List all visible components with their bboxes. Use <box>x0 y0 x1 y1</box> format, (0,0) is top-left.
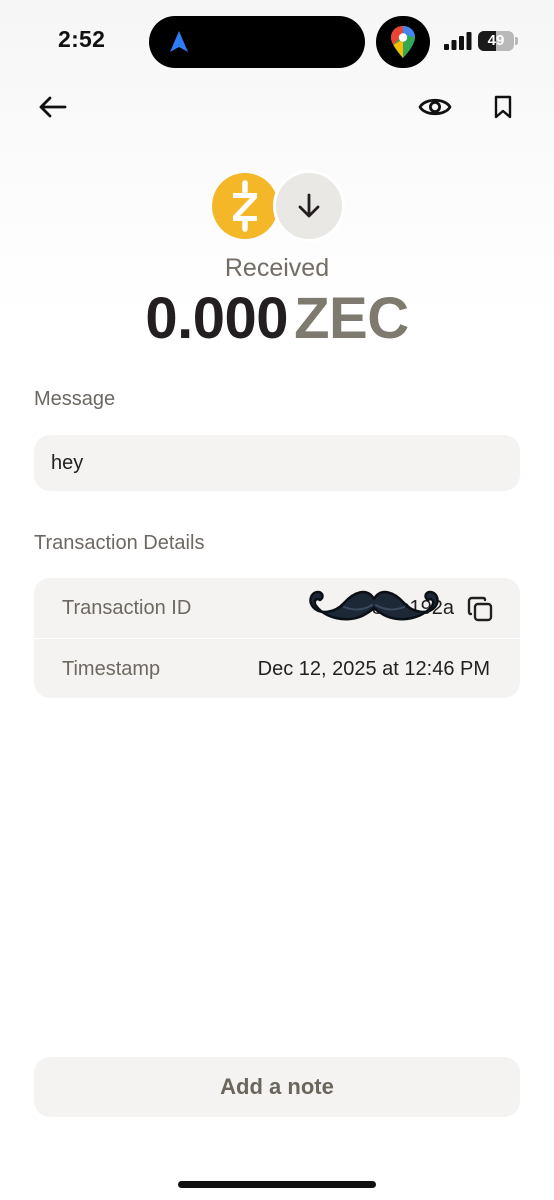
message-text: hey <box>34 435 520 491</box>
back-button[interactable] <box>32 88 72 126</box>
transaction-details-heading: Transaction Details <box>34 532 205 554</box>
battery-indicator: 49 <box>478 31 514 51</box>
toggle-visibility-button[interactable] <box>414 88 456 126</box>
transaction-id-row: Transaction ID 8...c192a <box>34 578 520 639</box>
bookmark-button[interactable] <box>486 88 520 126</box>
mustache-sticker <box>309 590 439 621</box>
arrow-left-icon <box>39 96 67 118</box>
timestamp-row: Timestamp Dec 12, 2025 at 12:46 PM <box>34 639 520 698</box>
navigation-arrow-icon <box>170 31 188 52</box>
transaction-amount: 0.000 ZEC <box>0 284 554 354</box>
battery-cap <box>515 37 518 45</box>
timestamp-label: Timestamp <box>62 658 161 680</box>
transaction-type-label: Received <box>224 254 330 282</box>
received-direction-badge <box>273 170 345 242</box>
timestamp-value: Dec 12, 2025 at 12:46 PM <box>257 658 490 680</box>
signal-icon <box>444 32 472 50</box>
battery-level: 49 <box>487 32 505 49</box>
home-indicator <box>178 1181 376 1188</box>
dynamic-island <box>149 16 365 68</box>
zcash-icon <box>212 173 278 239</box>
amount-value: 0.000 <box>145 286 289 351</box>
arrow-down-icon <box>298 193 320 218</box>
message-label: Message <box>34 388 116 410</box>
transaction-id-label: Transaction ID <box>62 597 192 619</box>
eye-icon <box>418 98 452 116</box>
bookmark-icon <box>494 95 512 119</box>
maps-pin-icon <box>391 26 415 58</box>
transaction-details-card: Transaction ID 8...c192a Timestamp Dec 1… <box>34 578 520 698</box>
add-note-button[interactable]: Add a note <box>34 1057 520 1117</box>
status-time: 2:52 <box>58 26 106 52</box>
amount-unit: ZEC <box>294 286 409 351</box>
maps-live-activity[interactable] <box>376 16 430 68</box>
transaction-detail-screen: 2:52 49 Received 0.000 ZEC Message hey T… <box>0 0 554 1200</box>
copy-icon[interactable] <box>466 595 494 623</box>
